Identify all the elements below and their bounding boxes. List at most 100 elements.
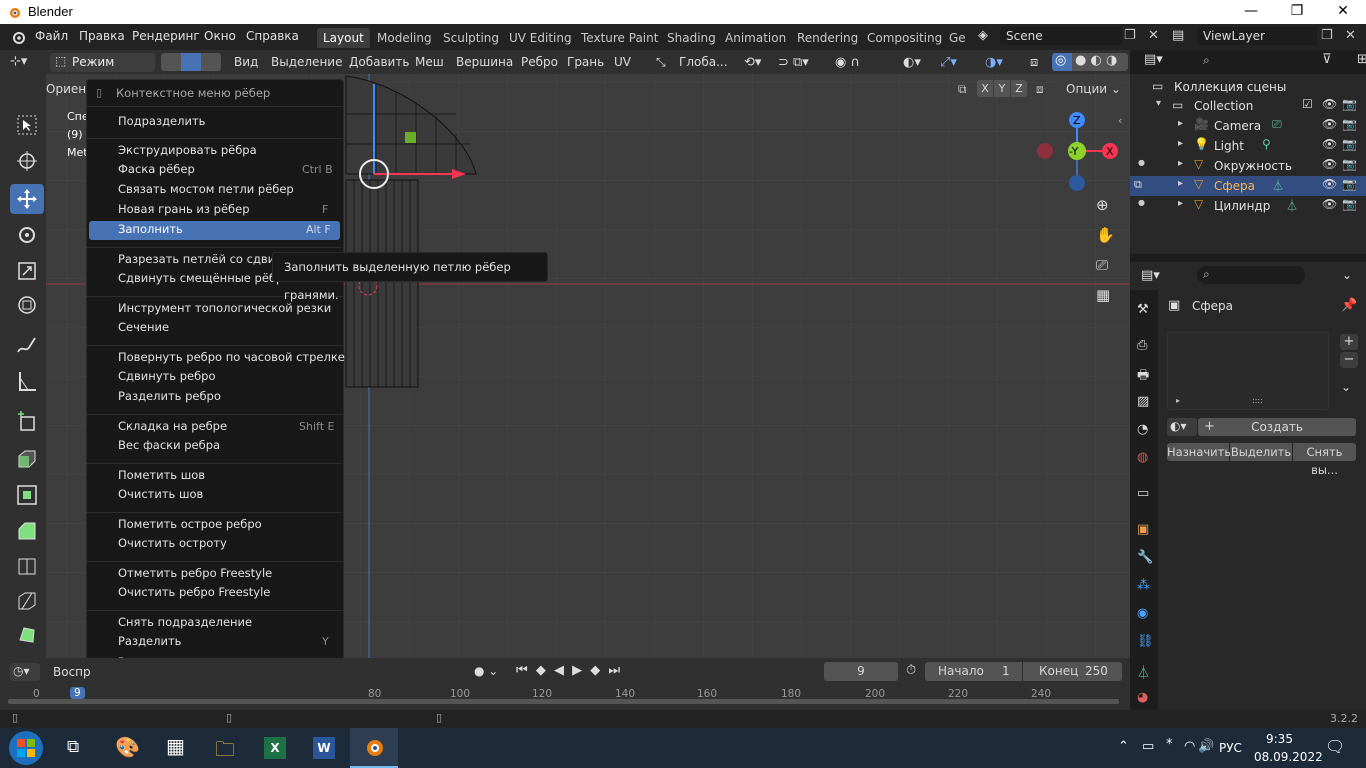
xray-icon[interactable]: ⧈ — [1030, 55, 1038, 70]
face-select-button[interactable] — [201, 53, 221, 71]
start-button[interactable] — [2, 728, 50, 768]
tab-sculpting[interactable]: Sculpting — [437, 28, 505, 48]
visibility-eye-icon[interactable]: 👁 — [1322, 97, 1337, 111]
sidebar-toggle-icon[interactable]: ‹ — [1118, 114, 1122, 127]
extrude-tool[interactable] — [10, 444, 44, 474]
checkbox-icon[interactable]: ☑ — [1302, 97, 1313, 111]
add-slot-button[interactable]: + — [1340, 334, 1358, 350]
record-icon[interactable]: ● ⌄ — [474, 664, 498, 678]
battery-icon[interactable]: ▭ — [1142, 739, 1154, 754]
scene-tab-icon[interactable]: ◔ — [1137, 422, 1148, 437]
menu-view[interactable]: Вид — [234, 55, 258, 69]
properties-search-input[interactable]: ⌕ — [1197, 266, 1305, 284]
tab-geometry-nodes[interactable]: Ge — [943, 28, 972, 48]
task-view-icon[interactable]: ⧉ — [67, 737, 79, 757]
excel-app-icon[interactable]: X — [264, 737, 286, 759]
mirror-x-toggle[interactable]: X — [977, 80, 993, 97]
copy-viewlayer-icon[interactable]: ❐ — [1321, 28, 1333, 43]
menu-edge[interactable]: Ребро — [521, 55, 558, 69]
outliner-item-circle[interactable]: ● ▸ ▽ Окружность 👁 📷 — [1130, 156, 1366, 176]
outliner-search-input[interactable]: ⌕ — [1197, 52, 1305, 70]
menu-item[interactable]: Вес фаски ребра — [118, 438, 220, 452]
material-slot-list[interactable] — [1167, 332, 1329, 410]
stopwatch-icon[interactable]: ⏱ — [906, 663, 916, 678]
edit-mode-icon[interactable]: ⧉ — [1134, 178, 1142, 192]
current-frame-field[interactable]: 9 — [824, 662, 898, 681]
render-camera-icon[interactable]: 📷 — [1342, 177, 1357, 191]
modifier-tab-icon[interactable]: 🔧 — [1137, 550, 1153, 565]
specials-chevron-icon[interactable]: ⌄ — [1341, 380, 1351, 394]
deselect-button[interactable]: Снять вы... — [1293, 443, 1356, 477]
close-button[interactable]: ✕ — [1320, 0, 1366, 24]
tab-shading[interactable]: Shading — [661, 28, 722, 48]
menu-item[interactable]: Заполнить — [118, 222, 183, 236]
editor-type-icon[interactable]: ⊹▾ — [10, 54, 27, 69]
mesh-data-icon[interactable]: ⏃ — [1286, 197, 1298, 214]
mirror-y-toggle[interactable]: Y — [994, 80, 1010, 97]
proportional-edit-icon[interactable]: ◉ ∩ — [835, 55, 860, 70]
expand-arrow-icon[interactable]: ▸ — [1178, 178, 1183, 189]
material-browse-button[interactable]: ◐▾ — [1167, 418, 1197, 436]
menu-help[interactable]: Справка — [246, 29, 299, 43]
knife-tool[interactable] — [10, 586, 44, 616]
start-frame-field[interactable]: Начало 1 — [925, 662, 1022, 681]
outliner-item-camera[interactable]: ▸ 🎥 Camera ⎚ 👁 📷 — [1130, 116, 1366, 136]
copy-scene-icon[interactable]: ❐ — [1124, 28, 1136, 43]
pin-icon[interactable]: 📌 — [1341, 298, 1357, 313]
expand-arrow-icon[interactable]: ▸ — [1178, 198, 1183, 209]
menu-mesh[interactable]: Меш — [415, 55, 444, 69]
menu-add[interactable]: Добавить — [349, 55, 409, 69]
collapse-arrow-icon[interactable]: ▾ — [1156, 98, 1161, 109]
constraints-tab-icon[interactable]: ⛓ — [1137, 634, 1154, 649]
outliner-collection-row[interactable]: ▾ ▭ Collection ☑ 👁 📷 — [1130, 96, 1366, 116]
outliner-root-row[interactable]: ▭ Коллекция сцены — [1130, 77, 1366, 97]
end-frame-field[interactable]: Конец 250 — [1023, 662, 1122, 681]
language-indicator[interactable]: РУС — [1219, 741, 1242, 755]
menu-render[interactable]: Рендеринг — [132, 29, 200, 43]
render-camera-icon[interactable]: 📷 — [1342, 117, 1357, 131]
poly-build-tool[interactable] — [10, 620, 44, 650]
snap-icon[interactable]: ⊃ ⧉▾ — [778, 55, 809, 70]
tool-tab-icon[interactable]: ⚒ — [1137, 302, 1149, 317]
tray-chevron-icon[interactable]: ⌃ — [1118, 739, 1129, 754]
delete-viewlayer-icon[interactable]: ✕ — [1345, 28, 1356, 43]
menu-select[interactable]: Выделение — [271, 55, 342, 69]
expand-arrow-icon[interactable]: ▸ — [1176, 396, 1180, 405]
visibility-icon[interactable]: ◐▾ — [903, 55, 921, 70]
particles-tab-icon[interactable]: ⁂ — [1137, 578, 1150, 593]
filter-icon[interactable]: ⊽ — [1322, 52, 1332, 67]
menu-item[interactable]: Разделить — [118, 634, 181, 648]
select-box-tool[interactable] — [10, 110, 44, 140]
menu-item[interactable]: Повернуть ребро по часовой стрелке — [118, 350, 345, 364]
resize-handle-icon[interactable]: :::: — [1252, 396, 1263, 405]
menu-item[interactable]: Фаска рёбер — [118, 162, 195, 176]
material-tab-icon[interactable]: ◕ — [1137, 690, 1148, 705]
visibility-eye-icon[interactable]: 👁 — [1322, 197, 1337, 211]
outliner-item-cylinder[interactable]: ● ▸ ▽ Цилиндр ⏃ 👁 📷 — [1130, 196, 1366, 216]
transform-orientation[interactable]: Глоба... — [679, 55, 728, 69]
menu-item[interactable]: Сдвинуть ребро — [118, 369, 216, 383]
render-camera-icon[interactable]: 📷 — [1342, 157, 1357, 171]
options-dropdown[interactable]: Опции ⌄ — [1059, 80, 1123, 98]
file-explorer-icon[interactable]: 🗀 — [215, 735, 235, 768]
loop-cut-tool[interactable] — [10, 550, 44, 580]
minimize-button[interactable]: — — [1228, 0, 1274, 24]
menu-item[interactable]: Экструдировать рёбра — [118, 143, 257, 157]
menu-edit[interactable]: Правка — [79, 29, 125, 43]
object-tab-icon[interactable]: ▣ — [1137, 522, 1149, 537]
render-tab-icon[interactable]: ⎙ — [1137, 338, 1147, 353]
menu-item[interactable]: Очистить остроту — [118, 536, 227, 550]
notifications-icon[interactable]: 🗨 — [1325, 737, 1345, 756]
menu-item[interactable]: Новая грань из рёбер — [118, 202, 250, 216]
clock-time[interactable]: 9:35 — [1266, 732, 1293, 746]
tab-compositing[interactable]: Compositing — [861, 28, 948, 48]
assign-button[interactable]: Назначить — [1167, 443, 1231, 461]
transform-tool[interactable] — [10, 290, 44, 320]
collection-tab-icon[interactable]: ▭ — [1137, 486, 1149, 501]
render-camera-icon[interactable]: 📷 — [1342, 137, 1357, 151]
menu-item[interactable]: Сдвинуть смещённые рёбра — [118, 271, 290, 285]
scene-selector[interactable]: Scene — [1000, 27, 1122, 45]
gizmo-icon[interactable]: ⤢▾ — [940, 55, 957, 70]
pin-icon[interactable]: ▯ — [96, 86, 102, 99]
outliner-editor-icon[interactable]: ▤▾ — [1144, 52, 1163, 67]
